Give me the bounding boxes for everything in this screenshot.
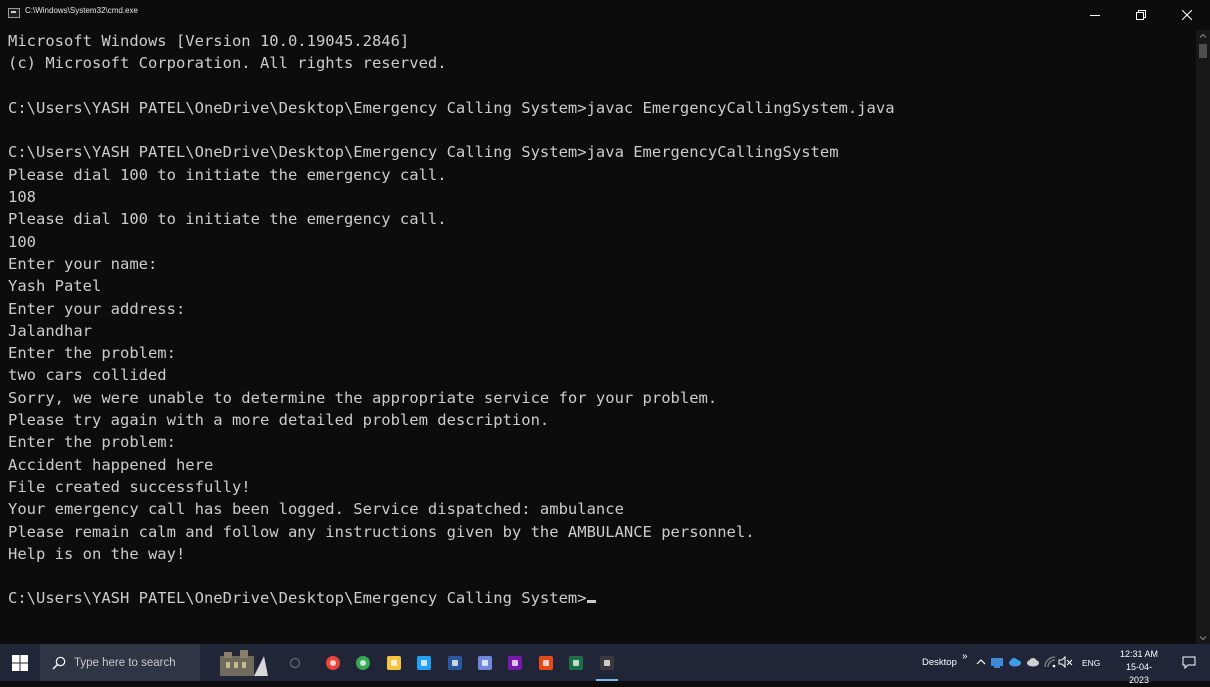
console-line: Enter your address: <box>8 299 186 318</box>
console-line: Enter your name: <box>8 254 158 273</box>
console-line: Please dial 100 to initiate the emergenc… <box>8 210 447 229</box>
clock-date: 15-04-2023 <box>1125 662 1152 685</box>
chrome-icon <box>326 655 340 670</box>
console-output[interactable]: Microsoft Windows [Version 10.0.19045.28… <box>0 30 1196 644</box>
console-line: Accident happened here <box>8 455 214 474</box>
console-line: Help is on the way! <box>8 544 186 563</box>
speaker-muted-icon[interactable] <box>1058 656 1074 668</box>
console-line: Your emergency call has been logged. Ser… <box>8 500 624 519</box>
console-line: Please remain calm and follow any instru… <box>8 522 755 541</box>
cmd-app-icon[interactable] <box>8 8 20 18</box>
file-explorer-icon <box>386 655 401 670</box>
command-prompt-icon <box>599 655 614 670</box>
taskbar-app-button[interactable] <box>318 644 348 681</box>
window-title: C:\Windows\System32\cmd.exe <box>25 6 138 15</box>
clock-time: 12:31 AM <box>1119 649 1159 659</box>
cloud-sync-icon[interactable] <box>1026 656 1040 668</box>
start-button[interactable] <box>0 644 40 681</box>
console-line: (c) Microsoft Corporation. All rights re… <box>8 54 447 73</box>
console-line: two cars collided <box>8 366 167 385</box>
desktop-toolbar-label[interactable]: Desktop <box>922 657 957 668</box>
task-view-button[interactable] <box>282 644 308 681</box>
minimize-icon <box>1090 15 1100 16</box>
console-line: C:\Users\YASH PATEL\OneDrive\Desktop\Eme… <box>8 143 839 162</box>
taskbar-app-button[interactable] <box>500 644 530 681</box>
console-line: Microsoft Windows [Version 10.0.19045.28… <box>8 32 410 50</box>
taskbar: Type here to search Desktop » ENG 12:31 … <box>0 644 1210 685</box>
wifi-icon[interactable] <box>1044 656 1056 668</box>
word-icon <box>447 655 462 670</box>
restore-icon <box>1136 10 1146 20</box>
vertical-scrollbar[interactable] <box>1196 30 1210 644</box>
console-lines: Microsoft Windows [Version 10.0.19045.28… <box>0 30 1196 610</box>
vscode-icon <box>417 655 432 670</box>
console-line: File created successfully! <box>8 477 251 496</box>
console-line: Please try again with a more detailed pr… <box>8 411 550 430</box>
taskbar-app-button[interactable] <box>561 644 591 681</box>
console-prompt: C:\Users\YASH PATEL\OneDrive\Desktop\Eme… <box>8 589 587 608</box>
scroll-up-icon[interactable] <box>1199 32 1207 40</box>
office-icon <box>538 655 553 670</box>
taskbar-search[interactable]: Type here to search <box>40 644 200 681</box>
scroll-thumb[interactable] <box>1199 44 1207 58</box>
console-line: C:\Users\YASH PATEL\OneDrive\Desktop\Eme… <box>8 98 895 117</box>
excel-icon <box>569 655 584 670</box>
console-line: Enter the problem: <box>8 433 176 452</box>
title-bar[interactable]: C:\Windows\System32\cmd.exe <box>0 0 1210 30</box>
taskbar-app-button[interactable] <box>440 644 470 681</box>
console-line: Jalandhar <box>8 321 92 340</box>
show-hidden-icons-chevron-icon[interactable] <box>976 658 986 666</box>
building-image-icon <box>220 649 268 676</box>
text-cursor <box>586 600 596 604</box>
taskbar-app-button[interactable] <box>379 644 409 681</box>
news-widget-button[interactable] <box>210 646 274 679</box>
pen-app-icon <box>478 655 492 670</box>
windows-logo-icon <box>12 654 28 671</box>
console-line: Enter the problem: <box>8 344 176 363</box>
console-line: Yash Patel <box>8 277 102 296</box>
language-indicator[interactable]: ENG <box>1082 658 1100 668</box>
console-line: 100 <box>8 232 36 251</box>
close-button[interactable] <box>1164 0 1210 30</box>
search-icon <box>52 656 66 669</box>
close-icon <box>1182 10 1192 20</box>
console-line: 108 <box>8 188 36 207</box>
notification-icon <box>1182 656 1196 669</box>
scroll-down-icon[interactable] <box>1199 634 1207 642</box>
device-icon[interactable] <box>990 656 1004 668</box>
toolbar-overflow[interactable]: » <box>962 651 968 662</box>
console-prompt-line[interactable]: C:\Users\YASH PATEL\OneDrive\Desktop\Eme… <box>8 587 1196 609</box>
search-placeholder: Type here to search <box>74 656 176 669</box>
onedrive-icon[interactable] <box>1008 656 1022 668</box>
taskbar-app-button[interactable] <box>409 644 439 681</box>
taskbar-app-button[interactable] <box>531 644 561 681</box>
onenote-icon <box>508 655 523 670</box>
minimize-button[interactable] <box>1072 0 1118 30</box>
taskbar-clock[interactable]: 12:31 AM 15-04-2023 <box>1118 648 1160 687</box>
console-line: Please dial 100 to initiate the emergenc… <box>8 165 447 184</box>
taskbar-app-button[interactable] <box>348 644 378 681</box>
task-view-icon <box>289 657 301 668</box>
console-line: Sorry, we were unable to determine the a… <box>8 388 718 407</box>
maximize-button[interactable] <box>1118 0 1164 30</box>
action-center-button[interactable] <box>1172 644 1206 681</box>
taskbar-app-button[interactable] <box>592 644 622 681</box>
chrome-alt-icon <box>356 655 371 670</box>
taskbar-app-button[interactable] <box>470 644 500 681</box>
